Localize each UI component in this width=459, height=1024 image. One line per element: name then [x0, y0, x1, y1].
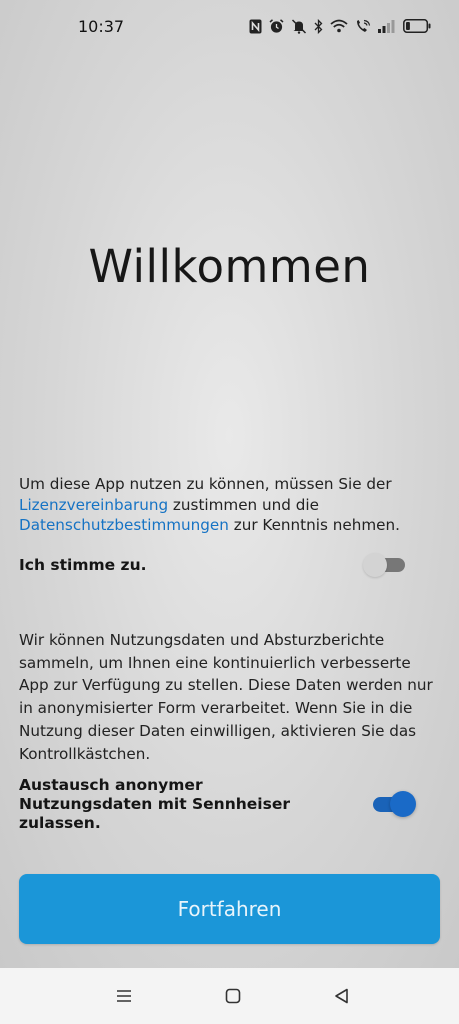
status-time: 10:37 [78, 17, 125, 36]
menu-icon[interactable] [114, 986, 134, 1006]
home-square-icon[interactable] [223, 986, 243, 1006]
license-text-middle: zustimmen und die [168, 495, 319, 514]
agree-toggle[interactable] [363, 553, 407, 577]
license-text: Um diese App nutzen zu können, müssen Si… [19, 474, 444, 536]
wifi-calling-icon [355, 19, 371, 34]
license-text-before: Um diese App nutzen zu können, müssen Si… [19, 475, 392, 493]
continue-button[interactable]: Fortfahren [19, 874, 440, 944]
usage-data-text: Wir können Nutzungsdaten und Absturzberi… [19, 631, 433, 763]
back-triangle-icon[interactable] [332, 986, 352, 1006]
page-title: Willkommen [88, 240, 371, 293]
license-agreement-link[interactable]: Lizenzvereinbarung [19, 496, 168, 514]
usage-data-toggle[interactable] [373, 791, 417, 817]
battery-icon [403, 19, 431, 33]
nfc-icon [249, 19, 262, 34]
agree-label: Ich stimme zu. [19, 556, 147, 574]
agree-toggle-thumb [363, 553, 387, 577]
usage-data-label: Austausch anonymer Nutzungsdaten mit Sen… [19, 776, 290, 832]
license-text-after: zur Kenntnis nehmen. [228, 516, 400, 534]
status-bar: 10:37 [0, 0, 459, 56]
system-nav-bar [0, 968, 459, 1024]
usage-data-toggle-thumb [390, 791, 416, 817]
status-icons [249, 16, 431, 36]
mute-icon [291, 18, 307, 34]
bluetooth-icon [314, 18, 323, 34]
welcome-screen: 10:37 Willkommen Um diese App nutzen zu … [0, 0, 459, 968]
wifi-icon [330, 19, 348, 33]
signal-icon [378, 19, 396, 33]
alarm-icon [269, 18, 284, 34]
privacy-policy-link[interactable]: Datenschutzbestimmungen [19, 516, 229, 534]
